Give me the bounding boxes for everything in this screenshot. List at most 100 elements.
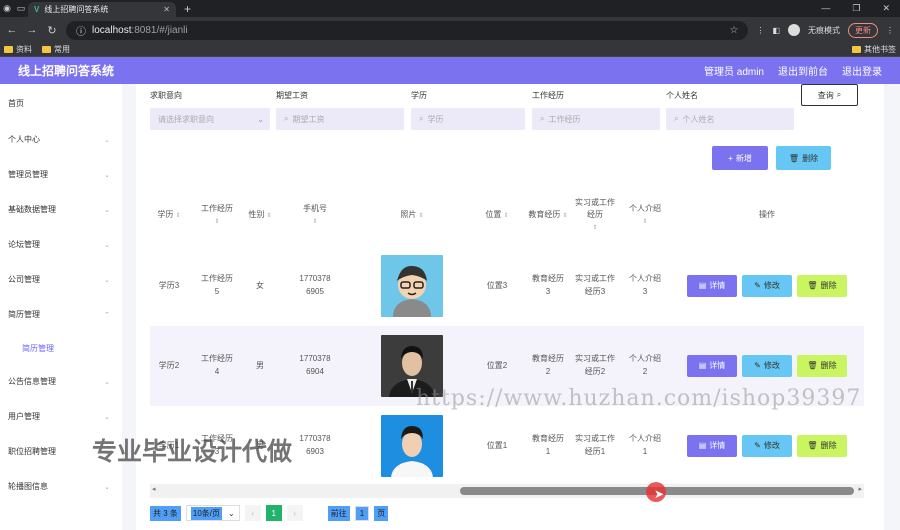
- sidebar-item-forum[interactable]: 论坛管理 ⌄: [0, 227, 122, 262]
- trash-icon: 🗑: [807, 280, 818, 290]
- chevron-down-icon: ⌄: [104, 413, 110, 421]
- sidebar-item-carousel[interactable]: 轮播图信息 ⌄: [0, 469, 122, 504]
- education-input[interactable]: ⌕ 学历: [411, 108, 525, 130]
- filter-label: 学历: [411, 91, 427, 100]
- chevron-up-icon: ⌃: [104, 311, 110, 319]
- pencil-icon: ✎: [754, 440, 761, 450]
- cell-work: 工作经历 4: [188, 326, 246, 406]
- edit-button[interactable]: ✎ 修改: [742, 355, 792, 377]
- window-close-icon[interactable]: ✕: [882, 3, 890, 14]
- app-title: 线上招聘问答系统: [18, 64, 115, 78]
- search-icon: ⌕: [674, 114, 679, 123]
- batch-delete-button[interactable]: 🗑 删除: [776, 146, 831, 170]
- browser-more-icon[interactable]: ⋮: [886, 26, 894, 35]
- sidebar-subitem-resume-manage[interactable]: 简历管理: [0, 332, 122, 364]
- cell-eduexp: 教育经历 3: [532, 274, 564, 296]
- other-bookmarks[interactable]: 其他书签: [852, 44, 896, 55]
- folder-icon: [852, 46, 861, 53]
- column-header[interactable]: 实习或工作经历 ⇕: [570, 184, 620, 246]
- bookmark-folder[interactable]: 常用: [42, 44, 70, 55]
- new-tab-icon[interactable]: +: [184, 2, 191, 16]
- prev-page-button[interactable]: ‹: [244, 505, 261, 521]
- admin-user-label: 管理员 admin: [703, 67, 764, 78]
- chevron-down-icon: ⌄: [104, 378, 110, 386]
- cell-intern: 实习或工作 经历1: [575, 434, 615, 456]
- incognito-avatar-icon: [788, 24, 800, 36]
- reload-icon[interactable]: ↻: [46, 24, 58, 37]
- doc-icon: ▤: [698, 280, 707, 290]
- url-host: localhost: [92, 24, 132, 36]
- column-header[interactable]: 手机号 ⇕: [274, 184, 356, 246]
- watermark-text: 专业毕业设计代做: [92, 438, 293, 466]
- salary-input[interactable]: ⌕ 期望工资: [276, 108, 404, 130]
- page-size-select[interactable]: 10条/页 ⌄: [185, 505, 240, 521]
- search-icon: ⌕: [284, 114, 289, 123]
- tab-list-icon[interactable]: ▭: [14, 3, 28, 14]
- delete-button[interactable]: 🗑 删除: [797, 355, 847, 377]
- resume-photo-image: [381, 255, 443, 317]
- page-number-current[interactable]: 1: [265, 505, 282, 521]
- column-header[interactable]: 照片 ⇕: [356, 184, 468, 246]
- delete-button[interactable]: 🗑 删除: [797, 275, 847, 297]
- sidebar-item-resume[interactable]: 简历管理 ⌃: [0, 297, 122, 332]
- detail-button[interactable]: ▤ 详情: [687, 435, 737, 457]
- sidebar-item-basic-data[interactable]: 基础数据管理 ⌄: [0, 192, 122, 227]
- work-exp-input[interactable]: ⌕ 工作经历: [532, 108, 660, 130]
- forward-icon[interactable]: →: [26, 24, 38, 36]
- tab-close-icon[interactable]: ✕: [163, 5, 170, 14]
- back-to-front-link[interactable]: 退出到前台: [778, 63, 828, 78]
- column-header[interactable]: 学历 ⇕: [150, 184, 188, 246]
- sidebar-item-home[interactable]: 首页: [0, 84, 122, 122]
- edit-button[interactable]: ✎ 修改: [742, 275, 792, 297]
- job-intent-select[interactable]: 请选择求职意向 ⌄: [150, 108, 270, 130]
- bookmark-folder[interactable]: 资料: [4, 44, 32, 55]
- add-button[interactable]: + 新增: [712, 146, 768, 170]
- watermark-url: https://www.huzhan.com/ishop39397: [416, 386, 862, 411]
- browser-tab[interactable]: V 线上招聘问答系统 ✕: [28, 2, 176, 17]
- info-icon: ⓘ: [76, 26, 86, 38]
- column-header[interactable]: 位置 ⇕: [468, 184, 526, 246]
- bookmark-star-icon[interactable]: ☆: [729, 25, 738, 36]
- sidebar-item-admin[interactable]: 管理员管理 ⌄: [0, 157, 122, 192]
- goto-page-input[interactable]: 1: [354, 505, 370, 521]
- extensions-icon[interactable]: ⋮: [756, 26, 764, 35]
- filter-label: 期望工资: [276, 91, 308, 100]
- sidebar-item-users[interactable]: 用户管理 ⌄: [0, 399, 122, 434]
- address-input[interactable]: ⓘ localhost:8081/#/jianli ☆: [66, 20, 749, 40]
- back-icon[interactable]: ←: [6, 24, 18, 36]
- trash-icon: 🗑: [807, 360, 818, 370]
- sidepanel-icon[interactable]: ◧: [772, 26, 780, 35]
- minimize-icon[interactable]: —: [821, 3, 830, 14]
- chevron-down-icon: ⌄: [104, 483, 110, 491]
- horizontal-scrollbar[interactable]: ◂ ▸: [150, 484, 864, 498]
- browser-menu-icon[interactable]: ◉: [0, 3, 14, 14]
- detail-button[interactable]: ▤ 详情: [687, 275, 737, 297]
- column-header[interactable]: 性别 ⇕: [246, 184, 274, 246]
- update-button[interactable]: 更新: [848, 22, 878, 38]
- column-header[interactable]: 工作经历 ⇕: [188, 184, 246, 246]
- restore-icon[interactable]: ❐: [852, 3, 860, 14]
- cell-intro: 个人介绍 3: [629, 274, 661, 296]
- next-page-button[interactable]: ›: [286, 505, 303, 521]
- cell-edu: 学历3: [158, 280, 180, 290]
- sort-caret-icon: ⇕: [312, 219, 318, 225]
- chevron-down-icon: ⌄: [104, 171, 110, 179]
- query-button[interactable]: 查询 ⌕: [801, 84, 858, 106]
- sidebar-item-personal[interactable]: 个人中心 ⌄: [0, 122, 122, 157]
- column-header[interactable]: 个人介绍 ⇕: [620, 184, 670, 246]
- column-header[interactable]: 教育经历 ⇕: [526, 184, 570, 246]
- cell-intro: 个人介绍 1: [629, 434, 661, 456]
- sort-caret-icon: ⇕: [562, 213, 568, 219]
- edit-button[interactable]: ✎ 修改: [742, 435, 792, 457]
- name-input[interactable]: ⌕ 个人姓名: [666, 108, 794, 130]
- sidebar-item-notice[interactable]: 公告信息管理 ⌄: [0, 364, 122, 399]
- delete-button[interactable]: 🗑 删除: [797, 435, 847, 457]
- scroll-right-icon[interactable]: ▸: [858, 485, 862, 493]
- logout-link[interactable]: 退出登录: [842, 63, 882, 78]
- sidebar-item-company[interactable]: 公司管理 ⌄: [0, 262, 122, 297]
- scroll-left-icon[interactable]: ◂: [152, 485, 156, 493]
- table-row: 学历3 工作经历 5 女 1770378 6905 位置3 教育经历 3 实习或工作 经历3 个人介绍…: [150, 246, 864, 326]
- cell-pos: 位置1: [486, 440, 508, 450]
- cell-phone: 1770378 6905: [299, 274, 331, 296]
- detail-button[interactable]: ▤ 详情: [687, 355, 737, 377]
